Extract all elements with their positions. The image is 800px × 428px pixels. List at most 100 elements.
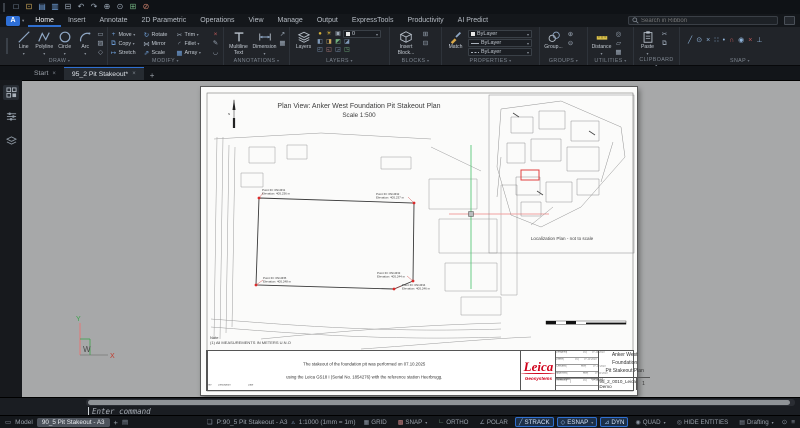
snap-center-icon[interactable]: ⊙ bbox=[696, 36, 702, 44]
layers-panel-icon[interactable] bbox=[3, 133, 19, 148]
group-label-groups[interactable]: GROUPS bbox=[542, 57, 585, 65]
chevron-down-icon[interactable]: ▾ bbox=[263, 52, 265, 56]
array-tool[interactable]: ▦Array▾ bbox=[176, 48, 209, 57]
ribbon-search-box[interactable] bbox=[628, 16, 778, 25]
block-edit-icon[interactable]: ⊞ bbox=[421, 31, 430, 38]
drawing-viewport[interactable]: N bbox=[22, 80, 800, 397]
model-tab[interactable]: Model bbox=[15, 419, 33, 426]
layout-tab[interactable]: 90_5 Pit Stakeout - A3 bbox=[37, 418, 110, 427]
toggle-grid[interactable]: ▦GRID bbox=[360, 417, 391, 427]
chevron-down-icon[interactable]: ▾ bbox=[376, 32, 378, 37]
attribute-icon[interactable]: ⊟ bbox=[421, 40, 430, 47]
layer-isolate-icon[interactable]: ◧ bbox=[316, 39, 324, 46]
layout-list-icon[interactable]: ▤ bbox=[122, 418, 128, 426]
chevron-down-icon[interactable]: ▾ bbox=[527, 41, 529, 46]
line-button[interactable]: Line▾ bbox=[14, 28, 34, 56]
help-icon[interactable]: ⊘ bbox=[140, 0, 152, 14]
menu-tab-productivity[interactable]: Productivity bbox=[400, 14, 450, 27]
move-tool[interactable]: +Move▾ bbox=[110, 30, 143, 39]
menu-tab-output[interactable]: Output bbox=[310, 14, 345, 27]
circle-button[interactable]: Circle▾ bbox=[55, 28, 75, 56]
layer-lock-icon[interactable]: ▣ bbox=[334, 31, 342, 38]
menu-tab-operations[interactable]: Operations bbox=[193, 14, 241, 27]
toggle-hide-entities[interactable]: ◎HIDE ENTITIES bbox=[673, 417, 733, 427]
lineweight-select[interactable]: ByLayer ▾ bbox=[468, 39, 532, 47]
group-label-blocks[interactable]: BLOCKS bbox=[392, 57, 439, 65]
panel-toggle-icon[interactable] bbox=[784, 16, 795, 25]
menu-tab-insert[interactable]: Insert bbox=[61, 14, 93, 27]
plot-icon[interactable]: ⊟ bbox=[62, 0, 74, 14]
chevron-down-icon[interactable]: ▾ bbox=[600, 52, 602, 56]
chevron-down-icon[interactable]: ▾ bbox=[133, 41, 135, 46]
notifications-bell-icon[interactable]: ⊙ bbox=[782, 418, 787, 426]
menu-tab-2d-parametric[interactable]: 2D Parametric bbox=[135, 14, 194, 27]
fillet-tool[interactable]: ◜Fillet▾ bbox=[176, 39, 209, 48]
copy-tool[interactable]: ⧉Copy▾ bbox=[110, 39, 143, 48]
copy-clip-icon[interactable]: ⧉ bbox=[660, 40, 669, 47]
paper-space-indicator[interactable]: P:90_5 Pit Stakeout - A3 bbox=[217, 419, 288, 426]
scale-tool[interactable]: ⇗Scale bbox=[143, 48, 176, 57]
save-as-icon[interactable]: ▥ bbox=[49, 0, 61, 14]
layer-thaw-icon[interactable]: ☀ bbox=[325, 31, 333, 38]
snap-point-icon[interactable]: • bbox=[723, 37, 725, 44]
leader-tool-icon[interactable]: ↗ bbox=[278, 31, 287, 38]
rotate-tool[interactable]: ↻Rotate bbox=[143, 30, 176, 39]
toggle-quad[interactable]: ◉QUAD▾ bbox=[631, 417, 669, 427]
layer-match-icon[interactable]: ◩ bbox=[334, 39, 342, 46]
insert-block-button[interactable]: Insert Block... bbox=[392, 28, 420, 56]
polygon-tool-icon[interactable]: ◇ bbox=[96, 49, 105, 56]
menu-tab-home[interactable]: Home bbox=[28, 14, 61, 27]
menu-tab-ai-predict[interactable]: AI Predict bbox=[451, 14, 495, 27]
chevron-down-icon[interactable]: ▾ bbox=[772, 420, 774, 425]
chevron-down-icon[interactable]: ▾ bbox=[23, 52, 25, 56]
toggle-strack[interactable]: ╱STRACK bbox=[515, 417, 554, 427]
snap-magnet-icon[interactable]: ∩ bbox=[729, 37, 734, 44]
group-label-draw[interactable]: DRAW bbox=[14, 57, 105, 65]
snap-nearest-icon[interactable]: ◉ bbox=[738, 36, 744, 44]
close-icon[interactable]: × bbox=[52, 71, 56, 77]
chevron-down-icon[interactable]: ▾ bbox=[64, 52, 66, 56]
application-button[interactable]: A bbox=[6, 16, 20, 26]
table-tool-icon[interactable]: ▦ bbox=[278, 40, 287, 47]
id-point-icon[interactable]: ◎ bbox=[614, 31, 623, 38]
chevron-down-icon[interactable]: ▾ bbox=[664, 420, 666, 425]
chevron-down-icon[interactable]: ▾ bbox=[22, 18, 24, 24]
open-file-icon[interactable]: ⊡ bbox=[23, 0, 35, 14]
chevron-down-icon[interactable]: ▾ bbox=[425, 420, 427, 425]
snap-intersection-icon[interactable]: × bbox=[706, 37, 710, 44]
toolbar-grip[interactable] bbox=[3, 3, 5, 12]
layer-freeze-icon[interactable]: ◰ bbox=[316, 47, 324, 54]
layer-on-icon[interactable]: ● bbox=[316, 31, 324, 38]
toggle-dyn[interactable]: ⊿DYN bbox=[600, 417, 628, 427]
ribbon-search-input[interactable] bbox=[641, 18, 774, 24]
horizontal-scrollbar[interactable] bbox=[86, 399, 795, 406]
save-icon[interactable]: ▤ bbox=[36, 0, 48, 14]
trim-tool[interactable]: ✂Trim▾ bbox=[176, 30, 209, 39]
hatch-tool-icon[interactable]: ▨ bbox=[96, 40, 105, 47]
arc-button[interactable]: Arc▾ bbox=[76, 28, 96, 56]
snap-endpoint-icon[interactable]: ╱ bbox=[688, 36, 692, 44]
snap-perpendicular-icon[interactable]: ⊥ bbox=[756, 36, 762, 44]
redo-icon[interactable]: ↷ bbox=[88, 0, 100, 14]
snap-apparent-intersection-icon[interactable]: ∷ bbox=[714, 36, 718, 44]
polyline-button[interactable]: Polyline▾ bbox=[35, 28, 55, 56]
layer-off-icon[interactable]: ◱ bbox=[325, 47, 333, 54]
toggle-snap[interactable]: ▩SNAP▾ bbox=[394, 417, 432, 427]
group-label-properties[interactable]: PROPERTIES bbox=[444, 57, 537, 65]
chevron-down-icon[interactable]: ▾ bbox=[199, 50, 201, 55]
close-icon[interactable]: × bbox=[132, 71, 136, 77]
chevron-down-icon[interactable]: ▾ bbox=[591, 420, 593, 425]
layer-walk-icon[interactable]: ◳ bbox=[343, 47, 351, 54]
group-button[interactable]: Group... bbox=[542, 28, 565, 51]
explode-tool-icon[interactable]: ✎ bbox=[211, 40, 220, 47]
chevron-down-icon[interactable]: ▾ bbox=[197, 41, 199, 46]
zoom-icon[interactable]: ⊙ bbox=[114, 0, 126, 14]
chevron-down-icon[interactable]: ▾ bbox=[197, 32, 199, 37]
erase-tool-icon[interactable]: × bbox=[211, 31, 220, 38]
menu-tab-expresstools[interactable]: ExpressTools bbox=[345, 14, 401, 27]
distance-button[interactable]: Distance▾ bbox=[590, 28, 613, 56]
rectangle-tool-icon[interactable]: ▭ bbox=[96, 31, 105, 38]
status-menu-icon[interactable]: ≡ bbox=[791, 419, 795, 426]
offset-tool-icon[interactable]: ◡ bbox=[211, 49, 220, 56]
menu-tab-view[interactable]: View bbox=[241, 14, 270, 27]
